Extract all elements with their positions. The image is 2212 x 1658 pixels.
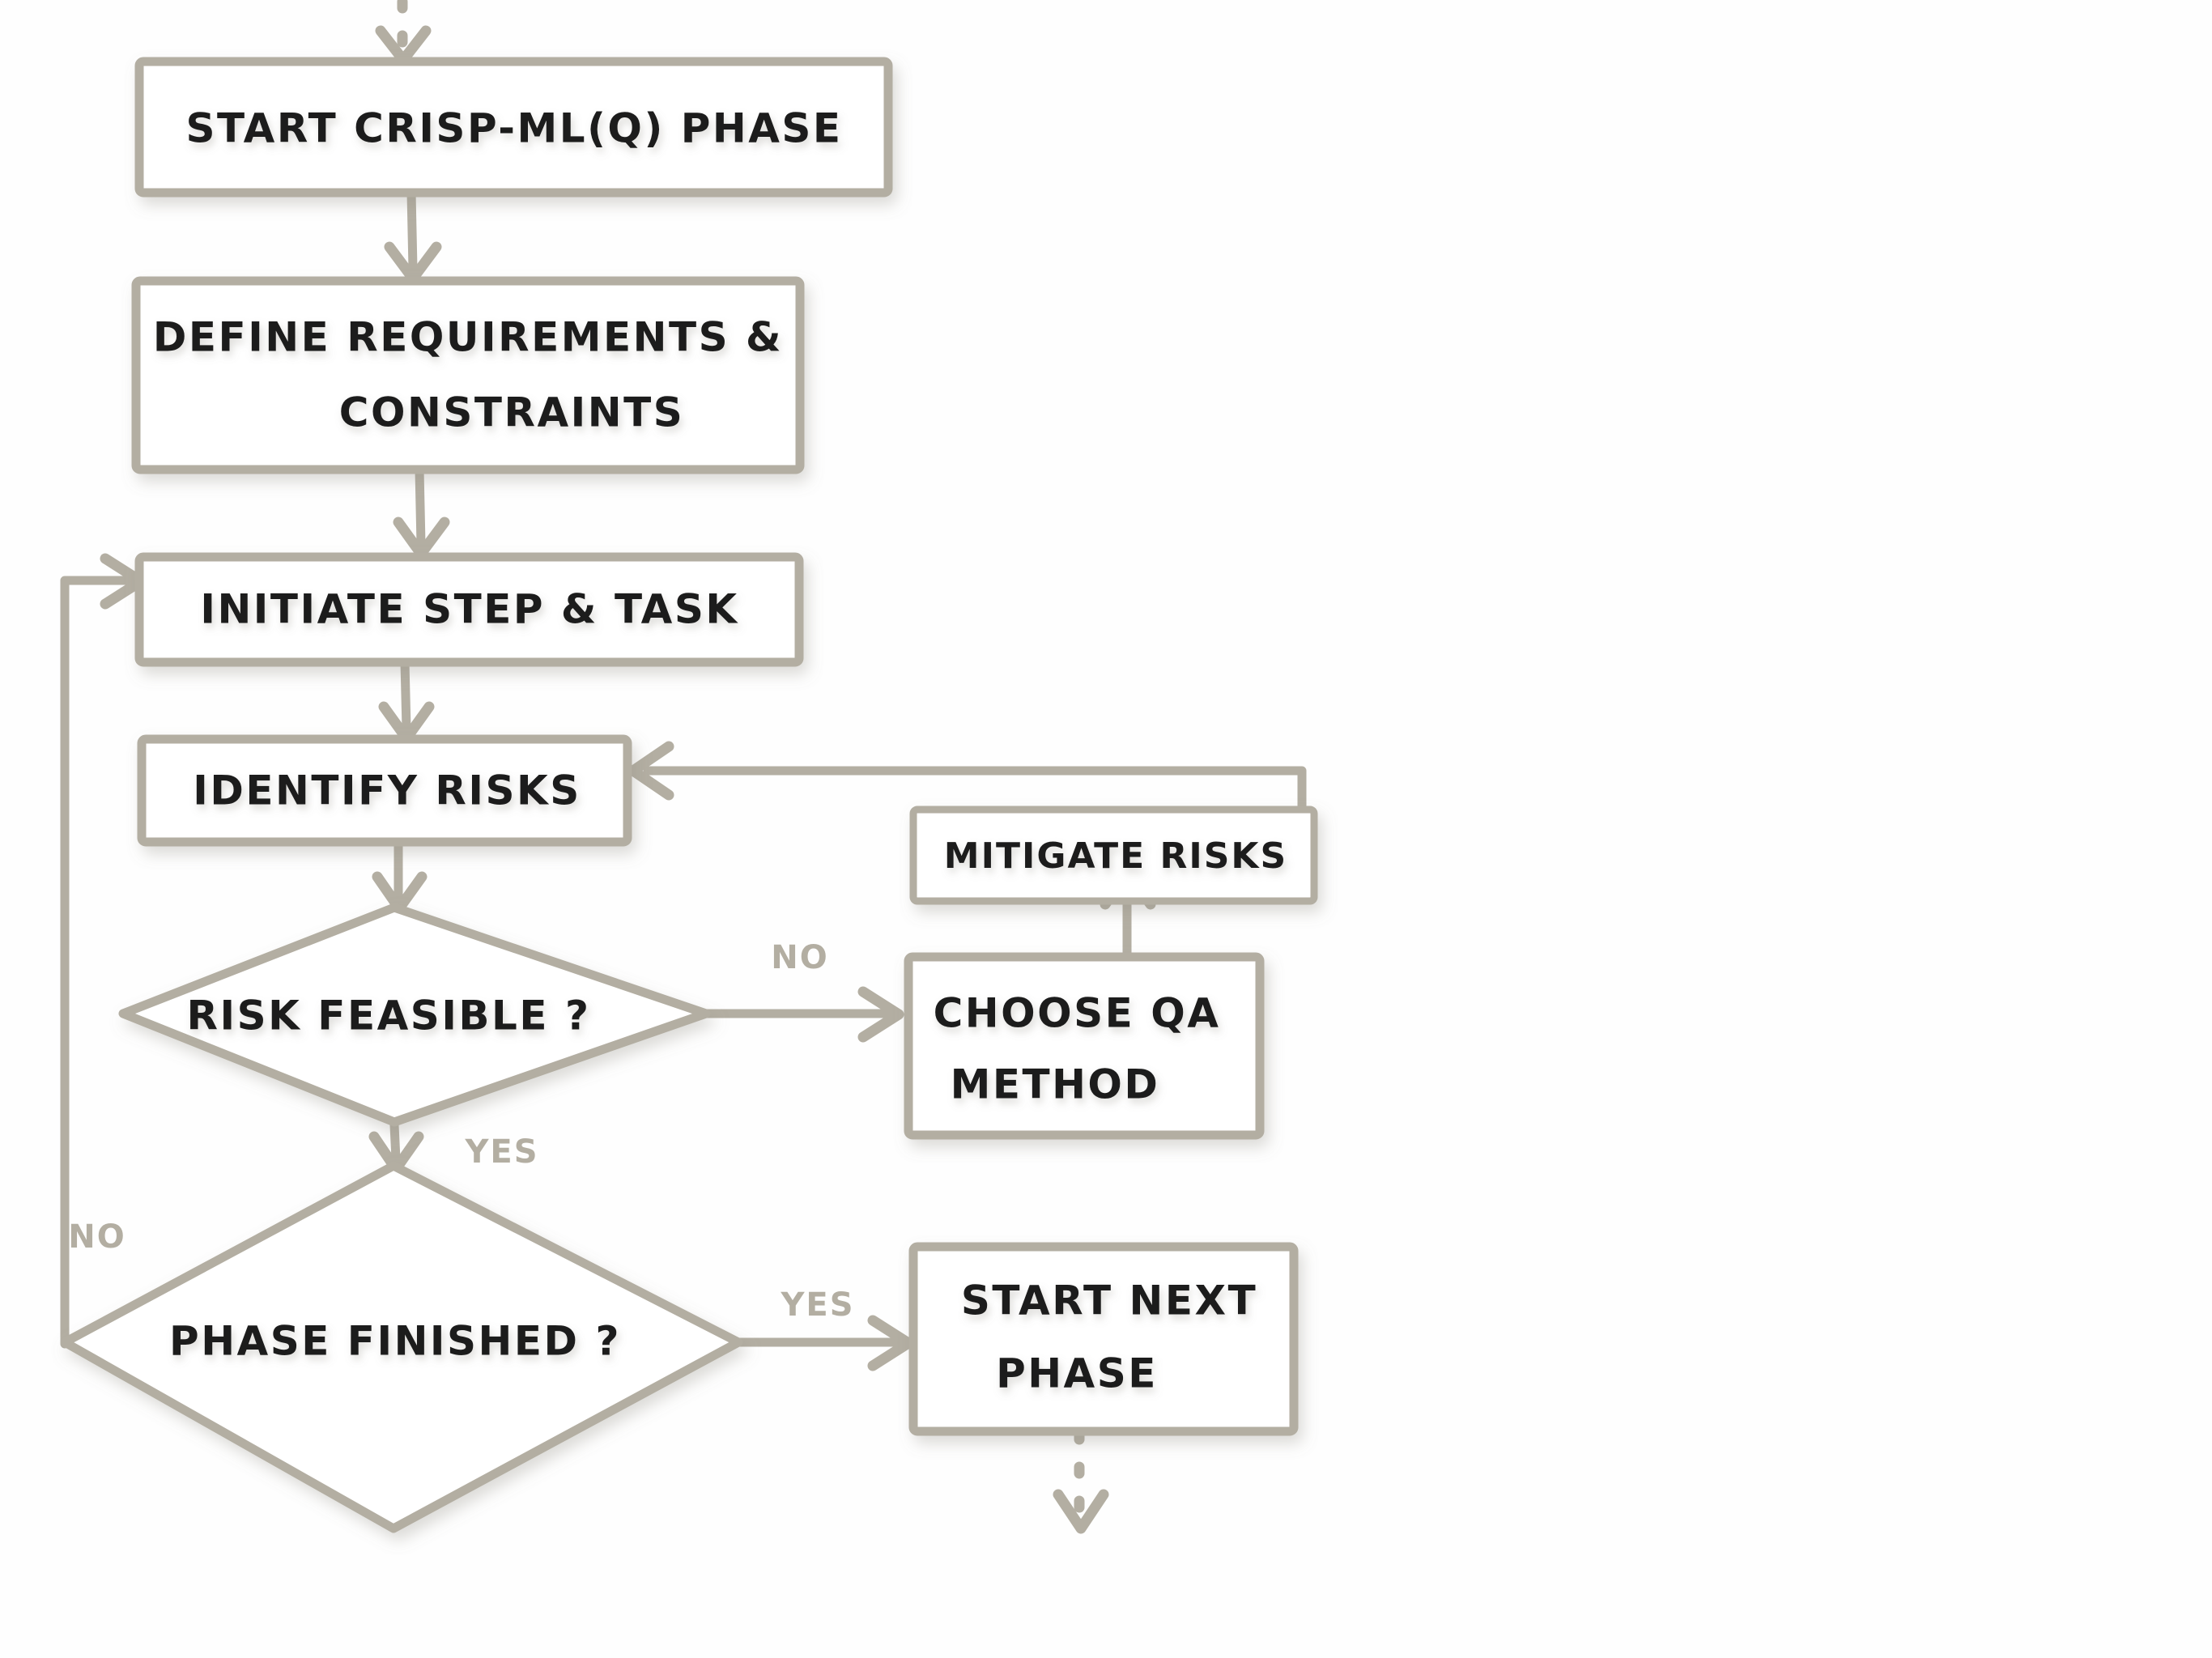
node-label-mitigate-risks: MITIGATE RISKS — [944, 835, 1287, 877]
edge-initiate-to-identify — [378, 657, 435, 744]
node-label-risk-feasible: RISK FEASIBLE ? — [187, 993, 591, 1039]
node-start-crisp-ml-phase[interactable]: START CRISP-ML(Q) PHASE — [134, 57, 893, 198]
node-label-define-line1: DEFINE REQUIREMENTS & — [153, 314, 783, 361]
edge-riskfeasible-no-to-chooseqa — [701, 986, 904, 1043]
edge-label-risk-yes: YES — [464, 1133, 538, 1171]
edge-identify-to-riskfeasible — [372, 837, 428, 914]
node-label-define-line2: CONSTRAINTS — [339, 389, 684, 436]
node-identify-risks[interactable]: IDENTIFY RISKS — [137, 734, 632, 847]
node-phase-finished-decision[interactable]: PHASE FINISHED ? — [60, 1161, 743, 1533]
node-label-start-next-line1: START NEXT — [961, 1278, 1257, 1324]
edge-start-to-define — [384, 188, 442, 284]
node-label-phase-finished: PHASE FINISHED ? — [169, 1318, 621, 1365]
node-label-choose-qa-line2: METHOD — [951, 1061, 1160, 1108]
node-label-initiate-step: INITIATE STEP & TASK — [200, 586, 738, 633]
edge-label-risk-no: NO — [771, 939, 828, 976]
edge-phasefinished-yes-to-startnext — [734, 1315, 914, 1371]
node-choose-qa-method[interactable]: CHOOSE QA METHOD — [904, 952, 1265, 1140]
node-label-choose-qa-line1: CHOOSE QA — [934, 990, 1221, 1037]
edge-label-phase-yes: YES — [780, 1286, 854, 1324]
edge-define-to-initiate — [393, 465, 450, 559]
node-label-start-phase: START CRISP-ML(Q) PHASE — [185, 105, 842, 152]
edge-label-phase-no: NO — [68, 1218, 125, 1256]
edge-mitigate-to-identify — [627, 741, 1307, 814]
edge-exit-dashed — [1053, 1427, 1109, 1534]
node-label-start-next-line2: PHASE — [996, 1350, 1158, 1397]
node-risk-feasible-decision[interactable]: RISK FEASIBLE ? — [118, 903, 711, 1127]
node-mitigate-risks[interactable]: MITIGATE RISKS — [909, 806, 1318, 905]
flowchart-svg: START CRISP-ML(Q) PHASE DEFINE REQUIREME… — [60, 0, 1318, 1534]
flowchart-canvas: START CRISP-ML(Q) PHASE DEFINE REQUIREME… — [0, 0, 2212, 1658]
node-define-requirements[interactable]: DEFINE REQUIREMENTS & CONSTRAINTS — [131, 276, 805, 474]
edge-entry-dashed — [375, 0, 432, 66]
node-label-identify-risks: IDENTIFY RISKS — [193, 767, 581, 814]
node-start-next-phase[interactable]: START NEXT PHASE — [908, 1242, 1299, 1436]
node-initiate-step-task[interactable]: INITIATE STEP & TASK — [134, 552, 804, 667]
